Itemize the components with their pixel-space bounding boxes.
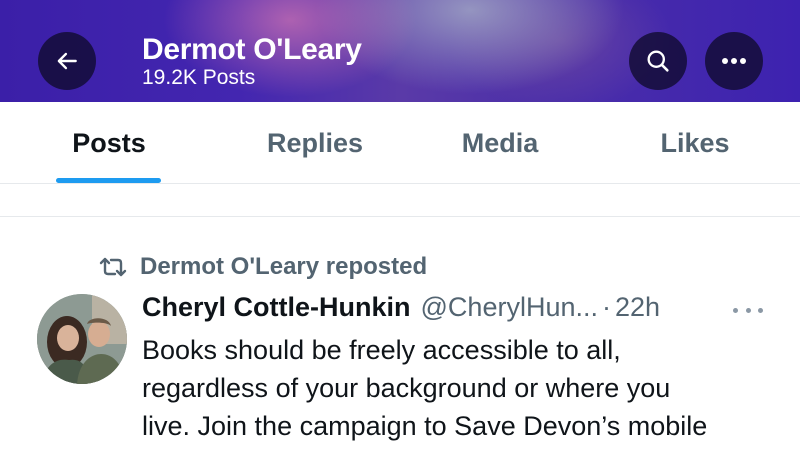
post-text-line: live. Join the campaign to Save Devon’s … (142, 411, 708, 441)
more-dot-icon (745, 307, 751, 313)
repost-indicator[interactable]: Dermot O'Leary reposted (98, 252, 427, 282)
post-timestamp[interactable]: 22h (615, 292, 660, 323)
post-text-line: regardless of your background or where y… (142, 373, 671, 403)
author-name[interactable]: Cheryl Cottle-Hunkin (142, 292, 411, 323)
divider (0, 216, 800, 217)
profile-title: Dermot O'Leary (142, 33, 362, 66)
arrow-left-icon (57, 52, 77, 70)
post-count: 19.2K Posts (142, 66, 256, 89)
more-horizontal-icon (722, 58, 746, 64)
tab-media[interactable]: Media (440, 102, 560, 184)
post-body[interactable]: Books should be freely accessible to all… (142, 331, 782, 445)
post-text-line: Books should be freely accessible to all… (142, 335, 621, 365)
search-button[interactable] (629, 32, 687, 90)
active-tab-indicator (56, 178, 161, 183)
more-options-button[interactable] (705, 32, 763, 90)
post-header: Cheryl Cottle-Hunkin @CherylHun... · 22h (142, 292, 660, 328)
avatar[interactable] (37, 294, 127, 384)
repost-label: Dermot O'Leary reposted (140, 253, 428, 280)
avatar-photo (37, 294, 127, 384)
profile-tabs: Posts Replies Media Likes (0, 102, 800, 184)
profile-header: Dermot O'Leary 19.2K Posts (0, 0, 800, 102)
back-button[interactable] (38, 32, 96, 90)
repost-icon (99, 257, 127, 277)
tab-replies[interactable]: Replies (245, 102, 385, 184)
tab-likes[interactable]: Likes (640, 102, 750, 184)
author-handle[interactable]: @CherylHun... (421, 292, 598, 323)
post-more-button[interactable] (733, 300, 763, 320)
tab-posts[interactable]: Posts (50, 102, 168, 184)
separator-dot: · (601, 292, 611, 322)
more-dot-icon (758, 307, 763, 313)
search-icon (647, 50, 669, 72)
more-dot-icon (733, 307, 738, 313)
